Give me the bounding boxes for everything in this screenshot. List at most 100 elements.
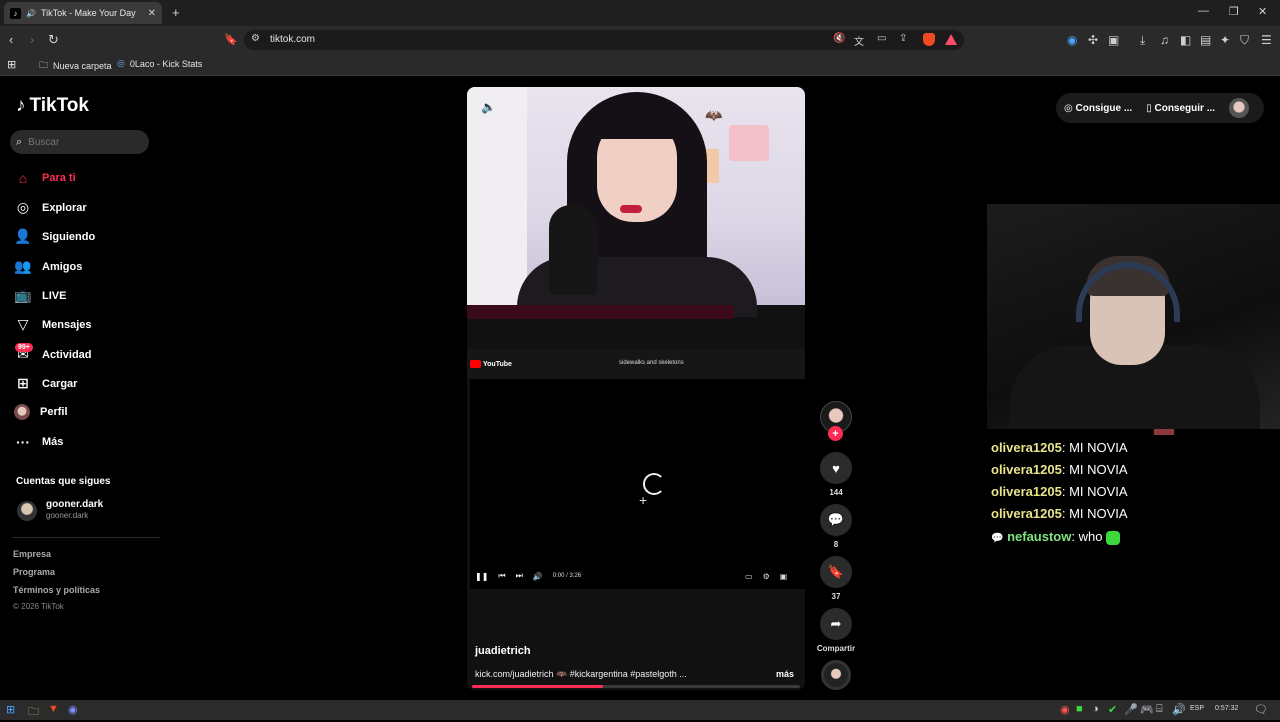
tray-clock[interactable]: 0:57:32 — [1215, 705, 1238, 712]
miniplayer-icon[interactable]: ▣ — [780, 572, 788, 581]
file-explorer-icon[interactable]: 🗀 — [28, 703, 39, 722]
sidebar-toggle-icon[interactable]: ◧ — [1180, 33, 1191, 47]
share-button[interactable]: ➦ — [820, 608, 852, 640]
previous-icon[interactable]: ⏮ — [498, 571, 505, 581]
followed-account-name[interactable]: gooner.dark — [46, 499, 103, 510]
friends-icon: 👥 — [14, 258, 32, 274]
speaker-icon[interactable]: 🔊 — [26, 9, 36, 18]
sidebar-item-label: Mensajes — [42, 318, 92, 331]
tray-green-icon[interactable]: ■ — [1076, 703, 1083, 715]
sidebar-item-live[interactable]: 📺 LIVE — [14, 287, 66, 304]
live-icon: 📺 — [14, 287, 32, 303]
tray-app-icon[interactable]: ◑ — [1092, 703, 1099, 715]
site-settings-icon[interactable]: ⚙ — [251, 33, 260, 44]
save-button[interactable]: 🔖 — [820, 556, 852, 588]
volume-icon[interactable]: 🔊 — [533, 572, 543, 581]
followed-account-handle[interactable]: gooner.dark — [46, 511, 88, 520]
follow-plus-icon[interactable]: + — [828, 426, 843, 441]
cast-icon[interactable]: ▭ — [877, 33, 886, 44]
sidebar-item-amigos[interactable]: 👥 Amigos — [14, 258, 82, 275]
forward-button[interactable]: › — [30, 32, 34, 47]
youtube-video-title: sidewalks and skeletons — [619, 360, 684, 366]
new-tab-button[interactable]: + — [172, 5, 180, 20]
downloads-icon[interactable]: ⤓ — [1140, 33, 1145, 48]
close-window-button[interactable]: ✕ — [1258, 5, 1267, 18]
get-coins-label: Consigue ... — [1075, 102, 1133, 114]
notifications-icon[interactable]: 🗨 — [1254, 703, 1268, 716]
discord-taskbar-icon[interactable]: ◉ — [68, 703, 78, 716]
video-options-icon[interactable]: ··· — [779, 97, 791, 111]
back-button[interactable]: ‹ — [9, 32, 13, 47]
tab-search-icon[interactable]: ▣ — [1108, 33, 1119, 47]
youtube-controls-right: ▭ ⚙ ▣ — [745, 572, 787, 581]
save-count: 37 — [831, 592, 841, 601]
music-disc-avatar[interactable] — [821, 660, 851, 690]
tiktok-logo[interactable]: ♪ TikTok — [16, 95, 89, 117]
bookmark-icon[interactable]: 🔖 — [224, 33, 238, 46]
sidebar-item-para-ti[interactable]: ⌂ Para ti — [14, 170, 76, 186]
sidebar-item-label: Explorar — [42, 201, 87, 214]
minimize-button[interactable]: — — [1198, 5, 1209, 17]
followed-account-avatar[interactable] — [17, 501, 37, 521]
bookmark-kick-stats[interactable]: ◎ 0Laco - Kick Stats — [117, 58, 202, 69]
brave-taskbar-icon[interactable]: ▼ — [48, 703, 59, 715]
comment-button[interactable]: 💬 — [820, 504, 852, 536]
menu-icon[interactable]: ☰ — [1261, 33, 1272, 47]
video-author[interactable]: juadietrich — [475, 645, 531, 657]
settings-icon[interactable]: ⚙ — [763, 572, 770, 581]
get-app-button[interactable]: ▯ Conseguir ... — [1146, 103, 1215, 114]
sidebar-item-explorar[interactable]: ◎ Explorar — [14, 199, 87, 216]
audio-extension-icon[interactable]: ◉ — [1067, 33, 1077, 47]
search-input[interactable] — [28, 136, 139, 148]
url-text[interactable]: tiktok.com — [270, 34, 315, 45]
reload-button[interactable]: ↻ — [48, 32, 59, 48]
wallet-icon[interactable]: ▤ — [1200, 33, 1211, 47]
get-coins-button[interactable]: ◎ Consigue ... — [1064, 103, 1132, 114]
tray-network-icon[interactable]: ⌸ — [1156, 703, 1163, 716]
mute-icon[interactable]: 🔈 — [481, 100, 496, 114]
next-icon[interactable]: ⏭ — [516, 571, 523, 581]
youtube-play-icon — [470, 360, 481, 368]
tray-volume-icon[interactable]: 🔊 — [1172, 703, 1186, 716]
mute-site-icon[interactable]: 🔇 — [833, 33, 845, 44]
tray-mic-icon[interactable]: 🎤 — [1124, 703, 1138, 716]
vpn-shield-icon[interactable]: ⛉ — [1240, 33, 1249, 48]
tray-language[interactable]: ESP — [1190, 705, 1204, 712]
extensions-icon[interactable]: ✣ — [1088, 33, 1098, 47]
user-avatar[interactable] — [1229, 98, 1250, 118]
sidebar-item-perfil[interactable]: Perfil — [14, 404, 68, 420]
sidebar-item-mensajes[interactable]: ▽ Mensajes — [14, 316, 92, 333]
video-player[interactable]: 🦇 🦇 🦇 🔈 ··· YouTube sidewalks and skelet… — [467, 87, 805, 690]
browser-tab-bar — [0, 0, 1280, 26]
footer-terminos[interactable]: Términos y políticas — [13, 585, 100, 595]
chat-text: : MI NOVIA — [1061, 440, 1128, 455]
share-icon[interactable]: ⇪ — [899, 33, 907, 44]
more-button[interactable]: más — [776, 669, 794, 679]
browser-tab[interactable]: ♪ 🔊 TikTok - Make Your Day ✕ — [4, 2, 162, 24]
tray-gamepad-icon[interactable]: 🎮 — [1140, 703, 1154, 716]
pause-icon[interactable]: ❚❚ — [475, 572, 488, 581]
sidebar-item-cargar[interactable]: ⊞ Cargar — [14, 375, 77, 392]
captions-icon[interactable]: ▭ — [745, 572, 753, 581]
media-icon[interactable]: ♫ — [1160, 33, 1169, 47]
translate-icon[interactable]: 文 — [854, 33, 864, 48]
tray-nvidia-icon[interactable]: ✔ — [1108, 703, 1117, 716]
sidebar-item-mas[interactable]: ··· Más — [14, 434, 63, 450]
copyright-text: © 2026 TikTok — [13, 602, 64, 611]
footer-empresa[interactable]: Empresa — [13, 549, 51, 559]
brave-shields-icon[interactable] — [923, 33, 935, 46]
apps-icon[interactable]: ⊞ — [7, 58, 16, 71]
search-icon: ⌕ — [16, 135, 23, 148]
leo-ai-icon[interactable]: ✦ — [1220, 33, 1230, 47]
sidebar-item-siguiendo[interactable]: 👤 Siguiendo — [14, 228, 95, 245]
brave-rewards-icon[interactable] — [945, 34, 957, 45]
tray-red-icon[interactable]: ◉ — [1060, 703, 1070, 716]
microphone — [549, 205, 597, 295]
restore-button[interactable]: ❐ — [1229, 5, 1239, 18]
search-box[interactable]: ⌕ — [10, 130, 149, 154]
footer-programa[interactable]: Programa — [13, 567, 55, 577]
start-icon[interactable]: ⊞ — [6, 703, 15, 716]
like-button[interactable]: ♥ — [820, 452, 852, 484]
bookmark-folder[interactable]: 🗀 Nueva carpeta — [39, 58, 112, 74]
close-tab-icon[interactable]: ✕ — [148, 8, 156, 19]
